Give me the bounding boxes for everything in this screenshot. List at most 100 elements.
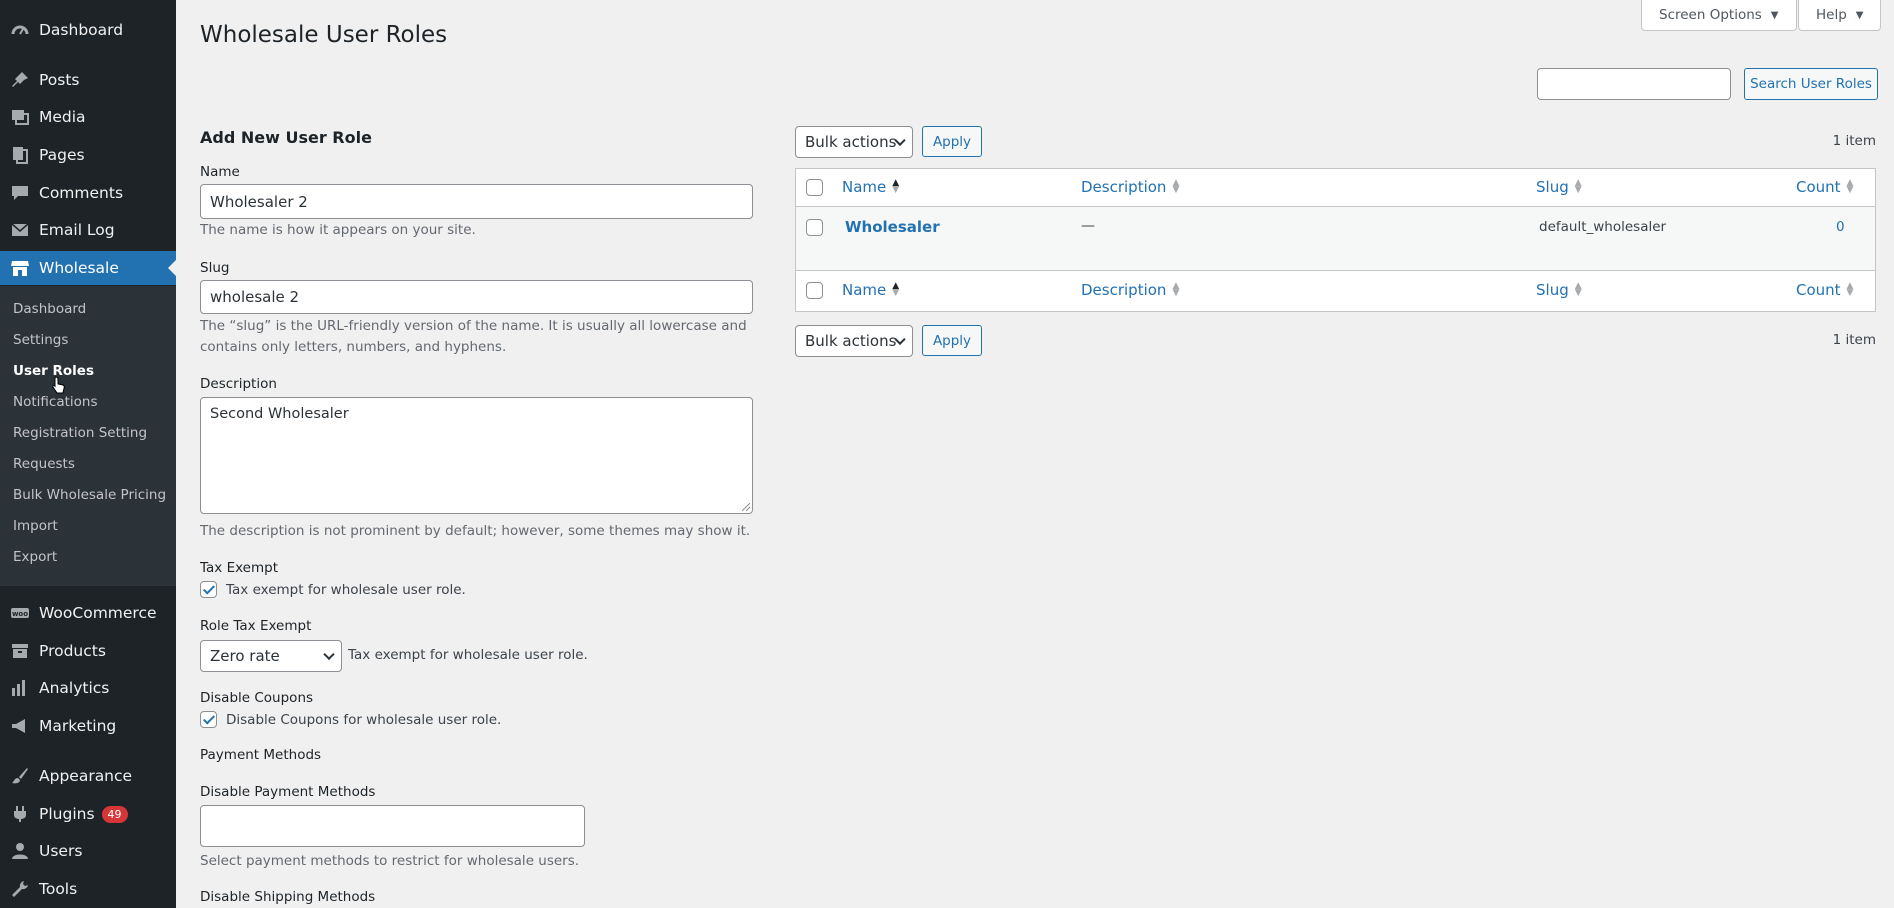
submenu-item-dashboard[interactable]: Dashboard	[13, 301, 86, 317]
slug-field-value: wholesale 2	[210, 288, 300, 306]
submenu-item-bulk-wholesale-pricing[interactable]: Bulk Wholesale Pricing	[13, 487, 166, 503]
help-button[interactable]: Help ▼	[1798, 0, 1882, 31]
menu-item-users[interactable]: Users	[0, 834, 176, 868]
description-value: Second Wholesaler	[210, 406, 349, 422]
chevron-down-icon	[323, 648, 335, 661]
menu-item-marketing[interactable]: Marketing	[0, 709, 176, 743]
slug-hint-line-2: contains only letters, numbers, and hyph…	[200, 339, 507, 355]
menu-label: Pages	[39, 146, 85, 164]
menu-label: Plugins	[39, 805, 95, 823]
wholesale-submenu: Dashboard Settings User Roles Notificati…	[0, 286, 176, 586]
menu-label: Wholesale	[39, 259, 119, 277]
comment-icon	[10, 183, 30, 203]
row-name-link[interactable]: Wholesaler	[845, 218, 940, 236]
description-textarea[interactable]: Second Wholesaler	[200, 397, 753, 514]
menu-item-products[interactable]: Products	[0, 634, 176, 668]
submenu-item-requests[interactable]: Requests	[13, 456, 75, 472]
payment-methods-label: Payment Methods	[200, 747, 322, 763]
name-field[interactable]: Wholesaler 2	[200, 184, 753, 219]
select-all-checkbox-bottom[interactable]	[806, 282, 823, 299]
media-icon	[10, 107, 30, 127]
menu-label: Comments	[39, 184, 124, 202]
column-footer-description[interactable]: Description ▲ ▼	[1081, 281, 1179, 299]
menu-item-analytics[interactable]: Analytics	[0, 671, 176, 705]
menu-item-email-log[interactable]: Email Log	[0, 213, 176, 247]
menu-label: Email Log	[39, 221, 115, 239]
submenu-item-settings[interactable]: Settings	[13, 332, 68, 348]
menu-label: Analytics	[39, 679, 110, 697]
menu-label: Media	[39, 108, 86, 126]
megaphone-icon	[10, 716, 30, 736]
user-roles-table: Name ▲ ▼ Description ▲ ▼ Slug ▲ ▼ Count ▲ ▼ …	[795, 168, 1876, 312]
submenu-item-import[interactable]: Import	[13, 518, 58, 534]
disable-payment-methods-label: Disable Payment Methods	[200, 784, 376, 800]
slug-label: Slug	[200, 260, 230, 276]
column-footer-slug[interactable]: Slug ▲ ▼	[1536, 281, 1582, 299]
tax-exempt-checkbox[interactable]	[200, 581, 217, 598]
user-icon	[10, 841, 30, 861]
menu-item-wholesale[interactable]: Wholesale	[0, 251, 176, 285]
disable-payment-methods-field[interactable]	[200, 805, 585, 847]
sort-icon: ▲ ▼	[1172, 281, 1180, 298]
submenu-item-notifications[interactable]: Notifications	[13, 394, 98, 410]
name-hint: The name is how it appears on your site.	[200, 222, 476, 238]
menu-label: Products	[39, 642, 106, 660]
column-footer-name[interactable]: Name ▲ ▼	[842, 281, 899, 299]
store-icon	[10, 258, 30, 278]
name-label: Name	[200, 164, 240, 180]
menu-label: Tools	[39, 880, 78, 898]
menu-item-posts[interactable]: Posts	[0, 63, 176, 97]
bulk-actions-select-top[interactable]: Bulk actions	[795, 126, 913, 158]
tax-exempt-checkbox-label: Tax exempt for wholesale user role.	[226, 582, 466, 598]
bulk-actions-select-bottom[interactable]: Bulk actions	[795, 325, 913, 357]
menu-label: Appearance	[39, 767, 133, 785]
select-all-checkbox[interactable]	[806, 179, 823, 196]
email-icon	[10, 220, 30, 240]
sort-icon: ▲ ▼	[1172, 178, 1180, 195]
menu-label: Marketing	[39, 717, 117, 735]
menu-item-pages[interactable]: Pages	[0, 138, 176, 172]
submenu-item-registration-setting[interactable]: Registration Setting	[13, 425, 147, 441]
menu-label: Dashboard	[39, 21, 124, 39]
disable-coupons-checkbox[interactable]	[200, 711, 217, 728]
menu-item-tools[interactable]: Tools	[0, 872, 176, 906]
caret-down-icon: ▼	[1855, 9, 1864, 21]
screen-options-label: Screen Options	[1659, 7, 1762, 23]
caret-down-icon: ▼	[1770, 9, 1779, 21]
row-count-link[interactable]: 0	[1836, 219, 1845, 235]
submenu-item-export[interactable]: Export	[13, 549, 57, 565]
column-header-name[interactable]: Name ▲ ▼	[842, 178, 899, 196]
column-footer-count[interactable]: Count ▲ ▼	[1796, 281, 1853, 299]
apply-button-bottom[interactable]: Apply	[922, 325, 982, 356]
brush-icon	[10, 766, 30, 786]
search-input[interactable]	[1537, 68, 1731, 100]
menu-item-comments[interactable]: Comments	[0, 176, 176, 210]
sort-icon: ▲ ▼	[1846, 281, 1854, 298]
menu-item-dashboard[interactable]: Dashboard	[0, 13, 176, 47]
sort-icon: ▲ ▼	[892, 281, 900, 298]
column-name-label: Name	[842, 178, 887, 196]
row-checkbox[interactable]	[806, 219, 823, 236]
column-header-slug[interactable]: Slug ▲ ▼	[1536, 178, 1582, 196]
column-header-count[interactable]: Count ▲ ▼	[1796, 178, 1853, 196]
disable-shipping-methods-label: Disable Shipping Methods	[200, 889, 376, 905]
menu-item-appearance[interactable]: Appearance	[0, 759, 176, 793]
apply-button-top[interactable]: Apply	[922, 126, 982, 157]
column-header-description[interactable]: Description ▲ ▼	[1081, 178, 1179, 196]
screen-options-button[interactable]: Screen Options ▼	[1641, 0, 1797, 31]
slug-hint: The “slug” is the URL-friendly version o…	[200, 316, 747, 358]
resize-handle-icon[interactable]	[742, 503, 750, 511]
menu-item-plugins[interactable]: Plugins 49	[0, 797, 176, 831]
menu-item-media[interactable]: Media	[0, 100, 176, 134]
search-button-label: Search User Roles	[1750, 76, 1872, 92]
slug-field[interactable]: wholesale 2	[200, 280, 753, 314]
table-footer-row: Name ▲ ▼ Description ▲ ▼ Slug ▲ ▼ Count ▲ ▼	[796, 272, 1875, 311]
search-user-roles-button[interactable]: Search User Roles	[1744, 68, 1878, 100]
apply-label: Apply	[932, 133, 972, 150]
mouse-cursor-icon	[52, 376, 65, 394]
chart-bar-icon	[10, 678, 30, 698]
menu-item-woocommerce[interactable]: woo WooCommerce	[0, 596, 176, 630]
role-tax-exempt-select[interactable]: Zero rate	[200, 640, 342, 672]
sort-icon: ▲ ▼	[1574, 281, 1582, 298]
column-slug-label: Slug	[1536, 178, 1569, 196]
